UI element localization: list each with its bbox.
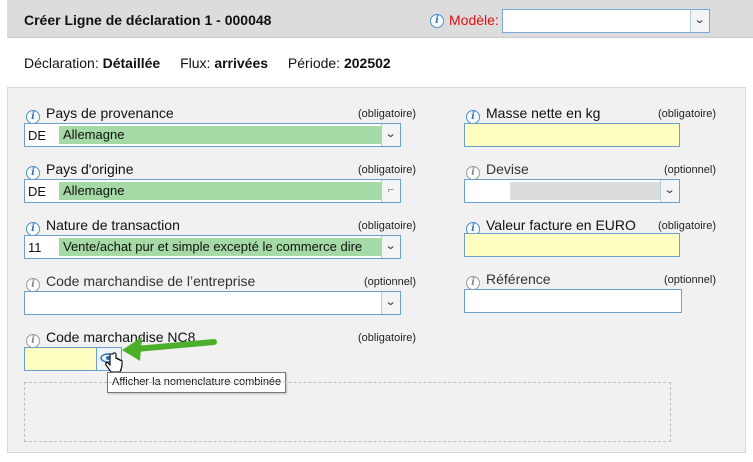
pays-origine-select[interactable]: DE Allemagne ⌐: [24, 179, 401, 203]
pays-origine-value: Allemagne: [59, 182, 381, 200]
nature-transaction-req: (obligatoire): [358, 220, 417, 232]
chevron-down-icon[interactable]: ⌄: [660, 180, 679, 202]
pays-provenance-label: i Pays de provenance: [26, 105, 174, 124]
declaration-meta: Déclaration: Détaillée Flux: arrivées Pé…: [24, 55, 391, 71]
masse-nette-req: (obligatoire): [658, 108, 717, 120]
reference-label: i Référence: [466, 271, 551, 290]
devise-value-box: [510, 182, 660, 200]
modele-group: i Modèle:: [430, 10, 499, 28]
chevron-down-icon[interactable]: ⌄: [381, 236, 400, 258]
pays-provenance-code: DE: [28, 128, 47, 143]
code-entreprise-req: (optionnel): [364, 276, 416, 288]
info-icon[interactable]: i: [466, 276, 480, 290]
flux-value: arrivées: [214, 55, 269, 71]
form-title: Créer Ligne de déclaration 1 - 000048: [24, 12, 272, 28]
flux-label: Flux:: [180, 55, 211, 71]
info-icon[interactable]: i: [430, 14, 444, 28]
arrow-icon: [122, 337, 217, 361]
devise-label: i Devise: [466, 161, 529, 180]
dropdown-disabled-icon: ⌐: [381, 180, 400, 202]
info-icon[interactable]: i: [26, 334, 40, 348]
info-icon[interactable]: i: [466, 166, 480, 180]
devise-select[interactable]: ⌄: [464, 179, 680, 203]
pays-origine-label: i Pays d'origine: [26, 161, 134, 180]
nature-transaction-label: i Nature de transaction: [26, 217, 180, 236]
valeur-facture-req: (obligatoire): [658, 220, 717, 232]
info-icon[interactable]: i: [26, 278, 40, 292]
info-icon[interactable]: i: [26, 166, 40, 180]
valeur-facture-input[interactable]: [464, 233, 680, 257]
declaration-value: Détaillée: [102, 55, 161, 71]
periode-value: 202502: [343, 55, 391, 71]
modele-label: Modèle:: [449, 12, 499, 28]
masse-nette-label: i Masse nette en kg: [466, 105, 600, 124]
periode-label: Période:: [287, 55, 341, 71]
pays-provenance-value: Allemagne: [59, 126, 381, 144]
code-entreprise-select[interactable]: ⌄: [24, 291, 401, 315]
declaration-label: Déclaration:: [24, 55, 99, 71]
code-nc8-req: (obligatoire): [358, 332, 417, 344]
info-icon[interactable]: i: [466, 110, 480, 124]
pays-origine-code: DE: [28, 184, 47, 199]
pays-provenance-select[interactable]: DE Allemagne ⌄: [24, 123, 401, 147]
reference-input[interactable]: [464, 289, 682, 313]
nature-transaction-select[interactable]: 11 Vente/achat pur et simple excepté le …: [24, 235, 401, 259]
chevron-down-icon[interactable]: ⌄: [381, 292, 400, 314]
chevron-down-icon[interactable]: ⌄: [690, 10, 709, 32]
code-nc8-input[interactable]: [24, 347, 97, 371]
code-entreprise-label: i Code marchandise de l’entreprise: [26, 273, 255, 292]
nature-transaction-code: 11: [28, 240, 42, 255]
masse-nette-input[interactable]: [464, 123, 680, 147]
nature-transaction-value: Vente/achat pur et simple excepté le com…: [59, 238, 381, 256]
modele-select[interactable]: ⌄: [502, 9, 710, 33]
devise-req: (optionnel): [664, 164, 716, 176]
chevron-down-icon[interactable]: ⌄: [381, 124, 400, 146]
reference-req: (optionnel): [664, 274, 716, 286]
pays-origine-req: (obligatoire): [358, 164, 417, 176]
pays-provenance-req: (obligatoire): [358, 108, 417, 120]
info-icon[interactable]: i: [26, 110, 40, 124]
nomenclature-area: [24, 382, 671, 442]
info-icon[interactable]: i: [26, 222, 40, 236]
